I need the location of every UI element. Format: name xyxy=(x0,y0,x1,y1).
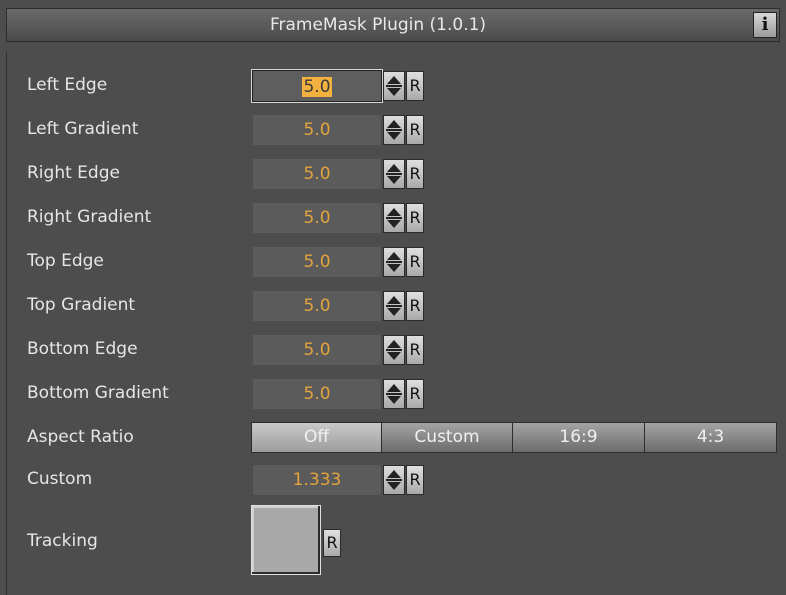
arrow-down-icon xyxy=(387,132,401,140)
value-field-left-gradient[interactable]: 5.0 xyxy=(253,115,381,145)
param-label: Right Edge xyxy=(27,163,120,183)
spinner-button[interactable] xyxy=(383,335,405,365)
aspect-option-16-9[interactable]: 16:9 xyxy=(512,422,645,453)
plugin-panel: FrameMask Plugin (1.0.1) i Left Edge 5.0… xyxy=(0,0,786,595)
value-field-bottom-gradient[interactable]: 5.0 xyxy=(253,379,381,409)
reset-button[interactable]: R xyxy=(406,291,424,321)
reset-button[interactable]: R xyxy=(406,247,424,277)
value-field-right-edge[interactable]: 5.0 xyxy=(253,159,381,189)
aspect-option-custom[interactable]: Custom xyxy=(381,422,513,453)
arrow-down-icon xyxy=(387,88,401,96)
spinner-button[interactable] xyxy=(383,203,405,233)
reset-button[interactable]: R xyxy=(406,159,424,189)
field-value: 5.0 xyxy=(302,77,332,97)
window-title: FrameMask Plugin (1.0.1) xyxy=(269,15,487,35)
arrow-up-icon xyxy=(387,120,401,128)
spinner-button[interactable] xyxy=(383,115,405,145)
value-field-top-edge[interactable]: 5.0 xyxy=(253,247,381,277)
info-button[interactable]: i xyxy=(753,12,777,38)
param-label: Top Edge xyxy=(27,251,104,271)
tracking-drop-target[interactable] xyxy=(251,505,321,575)
param-row-left-edge: Left Edge 5.0 R xyxy=(0,67,786,103)
param-row-right-edge: Right Edge 5.0 R xyxy=(0,155,786,191)
reset-button[interactable]: R xyxy=(406,115,424,145)
arrow-up-icon xyxy=(387,208,401,216)
aspect-option-off[interactable]: Off xyxy=(251,422,382,453)
value-field-bottom-edge[interactable]: 5.0 xyxy=(253,335,381,365)
title-bar: FrameMask Plugin (1.0.1) i xyxy=(6,8,780,42)
arrow-up-icon xyxy=(387,252,401,260)
arrow-down-icon xyxy=(387,308,401,316)
value-field-top-gradient[interactable]: 5.0 xyxy=(253,291,381,321)
arrow-down-icon xyxy=(387,352,401,360)
param-label: Top Gradient xyxy=(27,295,136,315)
spinner-button[interactable] xyxy=(383,379,405,409)
param-label: Left Edge xyxy=(27,75,108,95)
spinner-button[interactable] xyxy=(383,71,405,101)
param-label: Bottom Gradient xyxy=(27,383,169,403)
param-row-bottom-gradient: Bottom Gradient 5.0 R xyxy=(0,375,786,411)
param-row-bottom-edge: Bottom Edge 5.0 R xyxy=(0,331,786,367)
value-field-right-gradient[interactable]: 5.0 xyxy=(253,203,381,233)
param-row-left-gradient: Left Gradient 5.0 R xyxy=(0,111,786,147)
arrow-up-icon xyxy=(387,76,401,84)
reset-button[interactable]: R xyxy=(406,203,424,233)
aspect-option-4-3[interactable]: 4:3 xyxy=(644,422,777,453)
tracking-reset-button[interactable]: R xyxy=(323,529,341,557)
value-field-custom[interactable]: 1.333 xyxy=(253,465,381,495)
param-row-custom: Custom 1.333 R xyxy=(0,461,786,497)
arrow-up-icon xyxy=(387,340,401,348)
arrow-up-icon xyxy=(387,296,401,304)
param-row-top-gradient: Top Gradient 5.0 R xyxy=(0,287,786,323)
aspect-ratio-row: Aspect Ratio Off Custom 16:9 4:3 xyxy=(0,419,786,455)
arrow-up-icon xyxy=(387,470,401,478)
tracking-row: Tracking R xyxy=(0,505,786,577)
tracking-label: Tracking xyxy=(27,531,98,551)
spinner-button[interactable] xyxy=(383,159,405,189)
param-row-top-edge: Top Edge 5.0 R xyxy=(0,243,786,279)
spinner-button[interactable] xyxy=(383,291,405,321)
reset-button[interactable]: R xyxy=(406,71,424,101)
aspect-ratio-label: Aspect Ratio xyxy=(27,427,134,447)
reset-button[interactable]: R xyxy=(406,465,424,495)
arrow-up-icon xyxy=(387,164,401,172)
arrow-down-icon xyxy=(387,220,401,228)
reset-button[interactable]: R xyxy=(406,335,424,365)
custom-label: Custom xyxy=(27,469,93,489)
spinner-button[interactable] xyxy=(383,465,405,495)
spinner-button[interactable] xyxy=(383,247,405,277)
arrow-up-icon xyxy=(387,384,401,392)
arrow-down-icon xyxy=(387,264,401,272)
value-field-left-edge[interactable]: 5.0 xyxy=(251,69,383,103)
param-label: Bottom Edge xyxy=(27,339,138,359)
param-row-right-gradient: Right Gradient 5.0 R xyxy=(0,199,786,235)
param-label: Left Gradient xyxy=(27,119,139,139)
param-label: Right Gradient xyxy=(27,207,152,227)
arrow-down-icon xyxy=(387,396,401,404)
arrow-down-icon xyxy=(387,482,401,490)
reset-button[interactable]: R xyxy=(406,379,424,409)
arrow-down-icon xyxy=(387,176,401,184)
